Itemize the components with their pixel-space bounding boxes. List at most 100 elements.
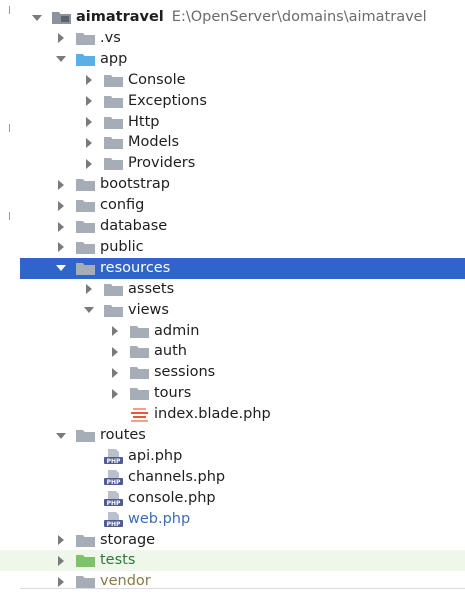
- tree-folder-database[interactable]: database: [0, 216, 465, 237]
- php-file-icon: PHP: [104, 448, 123, 464]
- tree-folder-tours[interactable]: tours: [0, 383, 465, 404]
- tree-item-label: auth: [154, 343, 187, 360]
- tree-item-label: assets: [128, 280, 175, 297]
- tree-folder-auth[interactable]: auth: [0, 341, 465, 362]
- svg-text:PHP: PHP: [107, 500, 121, 506]
- collapsed-arrow-icon[interactable]: [56, 576, 66, 587]
- tree-item-label: views: [128, 301, 169, 318]
- tree-item-label: index.blade.php: [154, 406, 271, 423]
- tree-folder-resources[interactable]: resources: [20, 257, 465, 279]
- tree-folder-aimatravel[interactable]: aimatravel E:\OpenServer\domains\aimatrav…: [0, 7, 465, 28]
- tree-item-label: app: [100, 50, 128, 67]
- php-file-icon: PHP: [104, 511, 123, 527]
- expanded-arrow-icon[interactable]: [32, 13, 42, 23]
- tree-item-label: sessions: [154, 364, 216, 381]
- folder-icon: [104, 304, 123, 317]
- expanded-arrow-icon[interactable]: [56, 54, 66, 64]
- tree-folder-routes[interactable]: routes: [0, 425, 465, 446]
- tree-folder-public[interactable]: public: [0, 237, 465, 258]
- tree-file-web-php[interactable]: PHP web.php: [0, 509, 465, 530]
- folder-icon: [76, 178, 95, 192]
- collapsed-arrow-icon[interactable]: [110, 326, 120, 336]
- collapsed-arrow-icon[interactable]: [56, 200, 66, 211]
- tree-folder-storage[interactable]: storage: [0, 530, 465, 551]
- tree-folder-app[interactable]: app: [0, 49, 465, 70]
- tree-folder-console[interactable]: Console: [0, 70, 465, 91]
- svg-text:PHP: PHP: [107, 458, 121, 464]
- tree-item-label: bootstrap: [100, 176, 170, 193]
- expanded-arrow-icon[interactable]: [56, 431, 66, 441]
- collapsed-arrow-icon[interactable]: [84, 137, 94, 148]
- tree-folder-assets[interactable]: assets: [0, 279, 465, 300]
- tree-file-channels-php[interactable]: PHP channels.php: [0, 467, 465, 488]
- tree-file-index-blade-php[interactable]: index.blade.php: [0, 404, 465, 425]
- folder-icon: [104, 157, 123, 171]
- tree-file-api-php[interactable]: PHP api.php: [0, 446, 465, 467]
- tree-item-label: resources: [100, 259, 171, 276]
- folder-icon: [76, 199, 95, 213]
- folder-icon: [104, 95, 123, 108]
- collapsed-arrow-icon[interactable]: [56, 555, 66, 566]
- project-name: aimatravel: [76, 9, 164, 25]
- svg-text:PHP: PHP: [107, 521, 121, 527]
- collapsed-arrow-icon[interactable]: [84, 75, 94, 86]
- collapsed-arrow-icon[interactable]: [56, 33, 66, 44]
- folder-icon: [76, 429, 95, 442]
- tree-item-label: tests: [100, 552, 136, 569]
- tree-folder-models[interactable]: Models: [0, 132, 465, 153]
- tree-folder-config[interactable]: config: [0, 195, 465, 216]
- divider: [20, 588, 465, 589]
- collapsed-arrow-icon[interactable]: [56, 535, 66, 545]
- folder-icon: [104, 283, 123, 296]
- tree-item-label: admin: [154, 322, 200, 339]
- tree-folder-vs[interactable]: .vs: [0, 28, 465, 49]
- folder-icon: [104, 136, 123, 150]
- module-folder-icon: [52, 11, 71, 24]
- collapsed-arrow-icon[interactable]: [110, 388, 120, 399]
- tree-item-label: .vs: [100, 29, 121, 46]
- folder-icon: [76, 534, 95, 547]
- project-path: E:\OpenServer\domains\aimatravel: [171, 9, 427, 25]
- collapsed-arrow-icon[interactable]: [84, 96, 94, 107]
- expanded-arrow-icon[interactable]: [56, 263, 66, 273]
- tree-folder-views[interactable]: views: [0, 300, 465, 321]
- tree-folder-providers[interactable]: Providers: [0, 153, 465, 174]
- tree-folder-sessions[interactable]: sessions: [0, 362, 465, 383]
- tree-item-label: Http: [128, 113, 160, 130]
- tree-item-label: config: [100, 197, 145, 214]
- folder-icon: [130, 387, 149, 401]
- tree-folder-admin[interactable]: admin: [0, 321, 465, 342]
- collapsed-arrow-icon[interactable]: [110, 367, 120, 378]
- tree-item-label: database: [100, 218, 168, 234]
- tree-item-label: channels.php: [128, 468, 226, 485]
- php-file-icon: PHP: [104, 490, 123, 506]
- collapsed-arrow-icon[interactable]: [56, 242, 66, 253]
- collapsed-arrow-icon[interactable]: [56, 179, 66, 190]
- tree-item-label: Models: [128, 134, 180, 151]
- folder-icon: [76, 32, 95, 45]
- folder-icon: [76, 575, 95, 589]
- folder-icon: [104, 116, 123, 129]
- php-file-icon: PHP: [104, 469, 123, 485]
- test-folder-icon: [76, 554, 95, 568]
- tree-folder-tests[interactable]: tests: [0, 550, 465, 572]
- folder-icon: [76, 241, 95, 254]
- collapsed-arrow-icon[interactable]: [110, 346, 120, 357]
- collapsed-arrow-icon[interactable]: [84, 117, 94, 127]
- folder-icon: [76, 262, 95, 275]
- collapsed-arrow-icon[interactable]: [84, 158, 94, 169]
- tree-item-label: Providers: [128, 155, 196, 172]
- tree-item-label: storage: [100, 531, 156, 548]
- expanded-arrow-icon[interactable]: [84, 305, 94, 315]
- tree-folder-bootstrap[interactable]: bootstrap: [0, 174, 465, 195]
- tree-folder-exceptions[interactable]: Exceptions: [0, 91, 465, 112]
- blade-file-icon: [130, 407, 149, 423]
- tree-file-console-php[interactable]: PHP console.php: [0, 488, 465, 509]
- tree-item-label: public: [100, 238, 144, 255]
- tree-folder-http[interactable]: Http: [0, 112, 465, 133]
- collapsed-arrow-icon[interactable]: [56, 221, 66, 232]
- source-folder-icon: [76, 53, 95, 66]
- svg-text:PHP: PHP: [107, 479, 121, 485]
- folder-icon: [130, 345, 149, 359]
- collapsed-arrow-icon[interactable]: [84, 284, 94, 295]
